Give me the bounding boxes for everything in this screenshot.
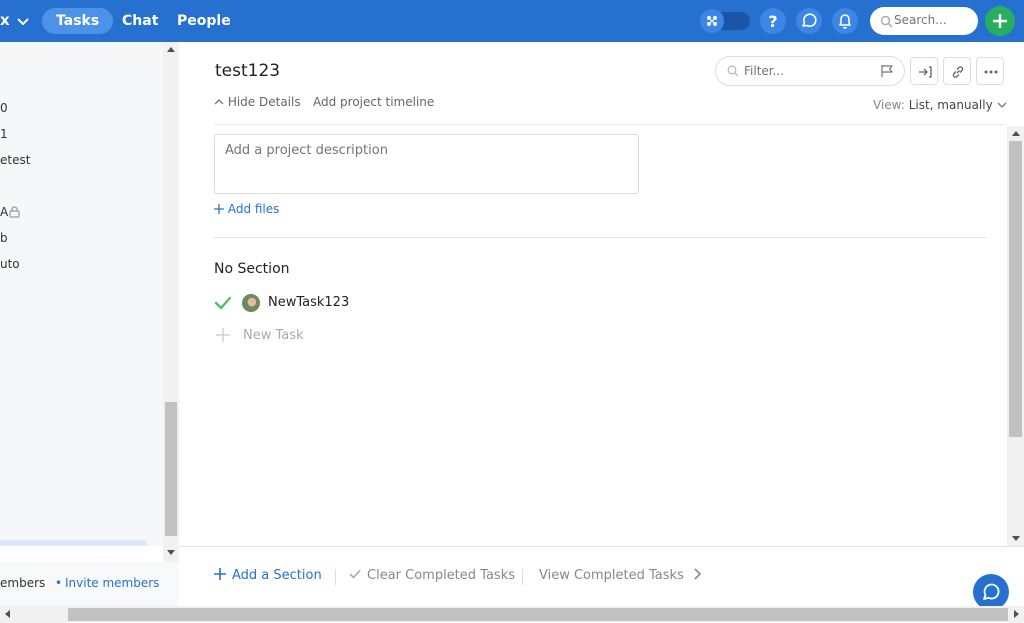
- sidebar-item[interactable]: 1: [0, 127, 8, 141]
- add-section-label: Add a Section: [232, 568, 322, 583]
- sidebar: 0 1 etest A b uto: [0, 42, 163, 546]
- task-list-footer: Add a Section Clear Completed Tasks View…: [179, 546, 1024, 606]
- section-divider: [214, 237, 987, 238]
- task-name[interactable]: NewTask123: [268, 295, 349, 310]
- chat-icon: [802, 13, 817, 27]
- scroll-down-arrow-icon[interactable]: [1012, 536, 1020, 541]
- notifications-button[interactable]: [832, 8, 858, 34]
- hide-details-toggle[interactable]: Hide Details: [214, 95, 301, 109]
- apps-toggle-icon: [700, 9, 724, 33]
- chat-support-button[interactable]: [973, 574, 1009, 610]
- chat-button[interactable]: [796, 8, 822, 34]
- project-title[interactable]: test123: [215, 61, 280, 81]
- scroll-down-arrow-icon[interactable]: [167, 550, 175, 555]
- check-icon[interactable]: [214, 294, 232, 312]
- task-filter[interactable]: [715, 56, 905, 86]
- header-divider: [214, 124, 1004, 125]
- sidebar-item[interactable]: 0: [0, 101, 8, 115]
- clear-completed-button[interactable]: Clear Completed Tasks: [349, 568, 515, 583]
- view-completed-label: View Completed Tasks: [539, 568, 684, 583]
- search-icon: [727, 65, 739, 77]
- scroll-right-arrow-icon[interactable]: [1014, 610, 1019, 618]
- view-label: View:: [873, 98, 905, 112]
- plus-icon: [216, 328, 230, 342]
- chevron-right-icon: [694, 568, 702, 580]
- avatar[interactable]: [242, 294, 260, 312]
- tab-people[interactable]: People: [163, 8, 245, 34]
- link-icon: [952, 66, 964, 78]
- view-selector[interactable]: View: List, manually: [873, 98, 1007, 112]
- global-search[interactable]: [870, 7, 978, 35]
- clear-completed-label: Clear Completed Tasks: [367, 568, 515, 583]
- sign-in-icon: [919, 66, 932, 78]
- flag-icon[interactable]: [880, 64, 894, 78]
- sidebar-item[interactable]: uto: [0, 257, 20, 271]
- sidebar-scrollbar[interactable]: [163, 42, 179, 562]
- new-task-input[interactable]: New Task: [214, 325, 414, 347]
- plus-icon: [214, 568, 226, 580]
- tab-tasks[interactable]: Tasks: [42, 8, 114, 34]
- sidebar-scroll-thumb[interactable]: [165, 402, 177, 536]
- project-description[interactable]: [214, 134, 639, 194]
- top-bar: x Tasks Chat People ?: [0, 0, 1024, 42]
- plus-icon: [214, 204, 224, 214]
- footer-separator: [522, 569, 523, 585]
- filter-input[interactable]: [744, 64, 869, 78]
- scroll-left-arrow-icon[interactable]: [5, 610, 10, 618]
- chevron-down-icon[interactable]: [16, 14, 30, 28]
- sidebar-item-selected[interactable]: [0, 540, 147, 546]
- search-input[interactable]: [894, 13, 972, 27]
- sidebar-footer: embers • Invite members: [0, 562, 179, 606]
- members-link[interactable]: embers: [0, 576, 45, 590]
- add-button[interactable]: [985, 6, 1015, 36]
- view-completed-button[interactable]: View Completed Tasks: [539, 568, 702, 583]
- add-files-label: Add files: [227, 202, 280, 216]
- view-value: List, manually: [908, 98, 993, 112]
- hide-details-label: Hide Details: [227, 95, 301, 109]
- more-options-button[interactable]: [976, 57, 1004, 85]
- lock-icon: [9, 206, 20, 218]
- sidebar-item[interactable]: etest: [0, 153, 30, 167]
- copy-link-button[interactable]: [943, 57, 971, 85]
- svg-text:?: ?: [768, 12, 777, 31]
- main-scroll-thumb[interactable]: [1009, 141, 1022, 437]
- footer-separator: [335, 569, 336, 585]
- invite-members-link[interactable]: Invite members: [65, 576, 159, 590]
- bell-icon: [839, 14, 851, 29]
- more-horizontal-icon: [984, 70, 998, 74]
- help-button[interactable]: ?: [760, 8, 786, 34]
- sidebar-item[interactable]: b: [0, 231, 8, 245]
- scroll-up-arrow-icon[interactable]: [167, 47, 175, 52]
- export-button[interactable]: [910, 57, 938, 85]
- horizontal-scrollbar[interactable]: [0, 606, 1024, 623]
- help-icon: ?: [768, 12, 777, 31]
- main-scrollbar[interactable]: [1007, 126, 1024, 546]
- task-row[interactable]: NewTask123: [214, 292, 614, 314]
- scroll-up-arrow-icon[interactable]: [1012, 131, 1020, 136]
- add-project-timeline-link[interactable]: Add project timeline: [313, 95, 434, 109]
- chat-icon: [983, 583, 1000, 600]
- section-title[interactable]: No Section: [214, 261, 290, 277]
- add-section-button[interactable]: Add a Section: [214, 568, 322, 583]
- separator-dot: •: [55, 576, 63, 590]
- search-icon: [880, 15, 893, 28]
- add-files-link[interactable]: Add files: [214, 202, 279, 216]
- new-task-placeholder: New Task: [243, 328, 304, 343]
- plus-icon: [993, 14, 1007, 28]
- check-icon: [349, 569, 361, 579]
- apps-toggle[interactable]: [700, 9, 750, 33]
- project-description-input[interactable]: [225, 143, 625, 183]
- chevron-down-icon: [997, 102, 1006, 108]
- chevron-up-icon: [214, 99, 224, 105]
- workspace-name[interactable]: x: [0, 11, 10, 29]
- horizontal-scroll-thumb[interactable]: [68, 608, 1008, 621]
- sidebar-item[interactable]: A: [0, 205, 8, 219]
